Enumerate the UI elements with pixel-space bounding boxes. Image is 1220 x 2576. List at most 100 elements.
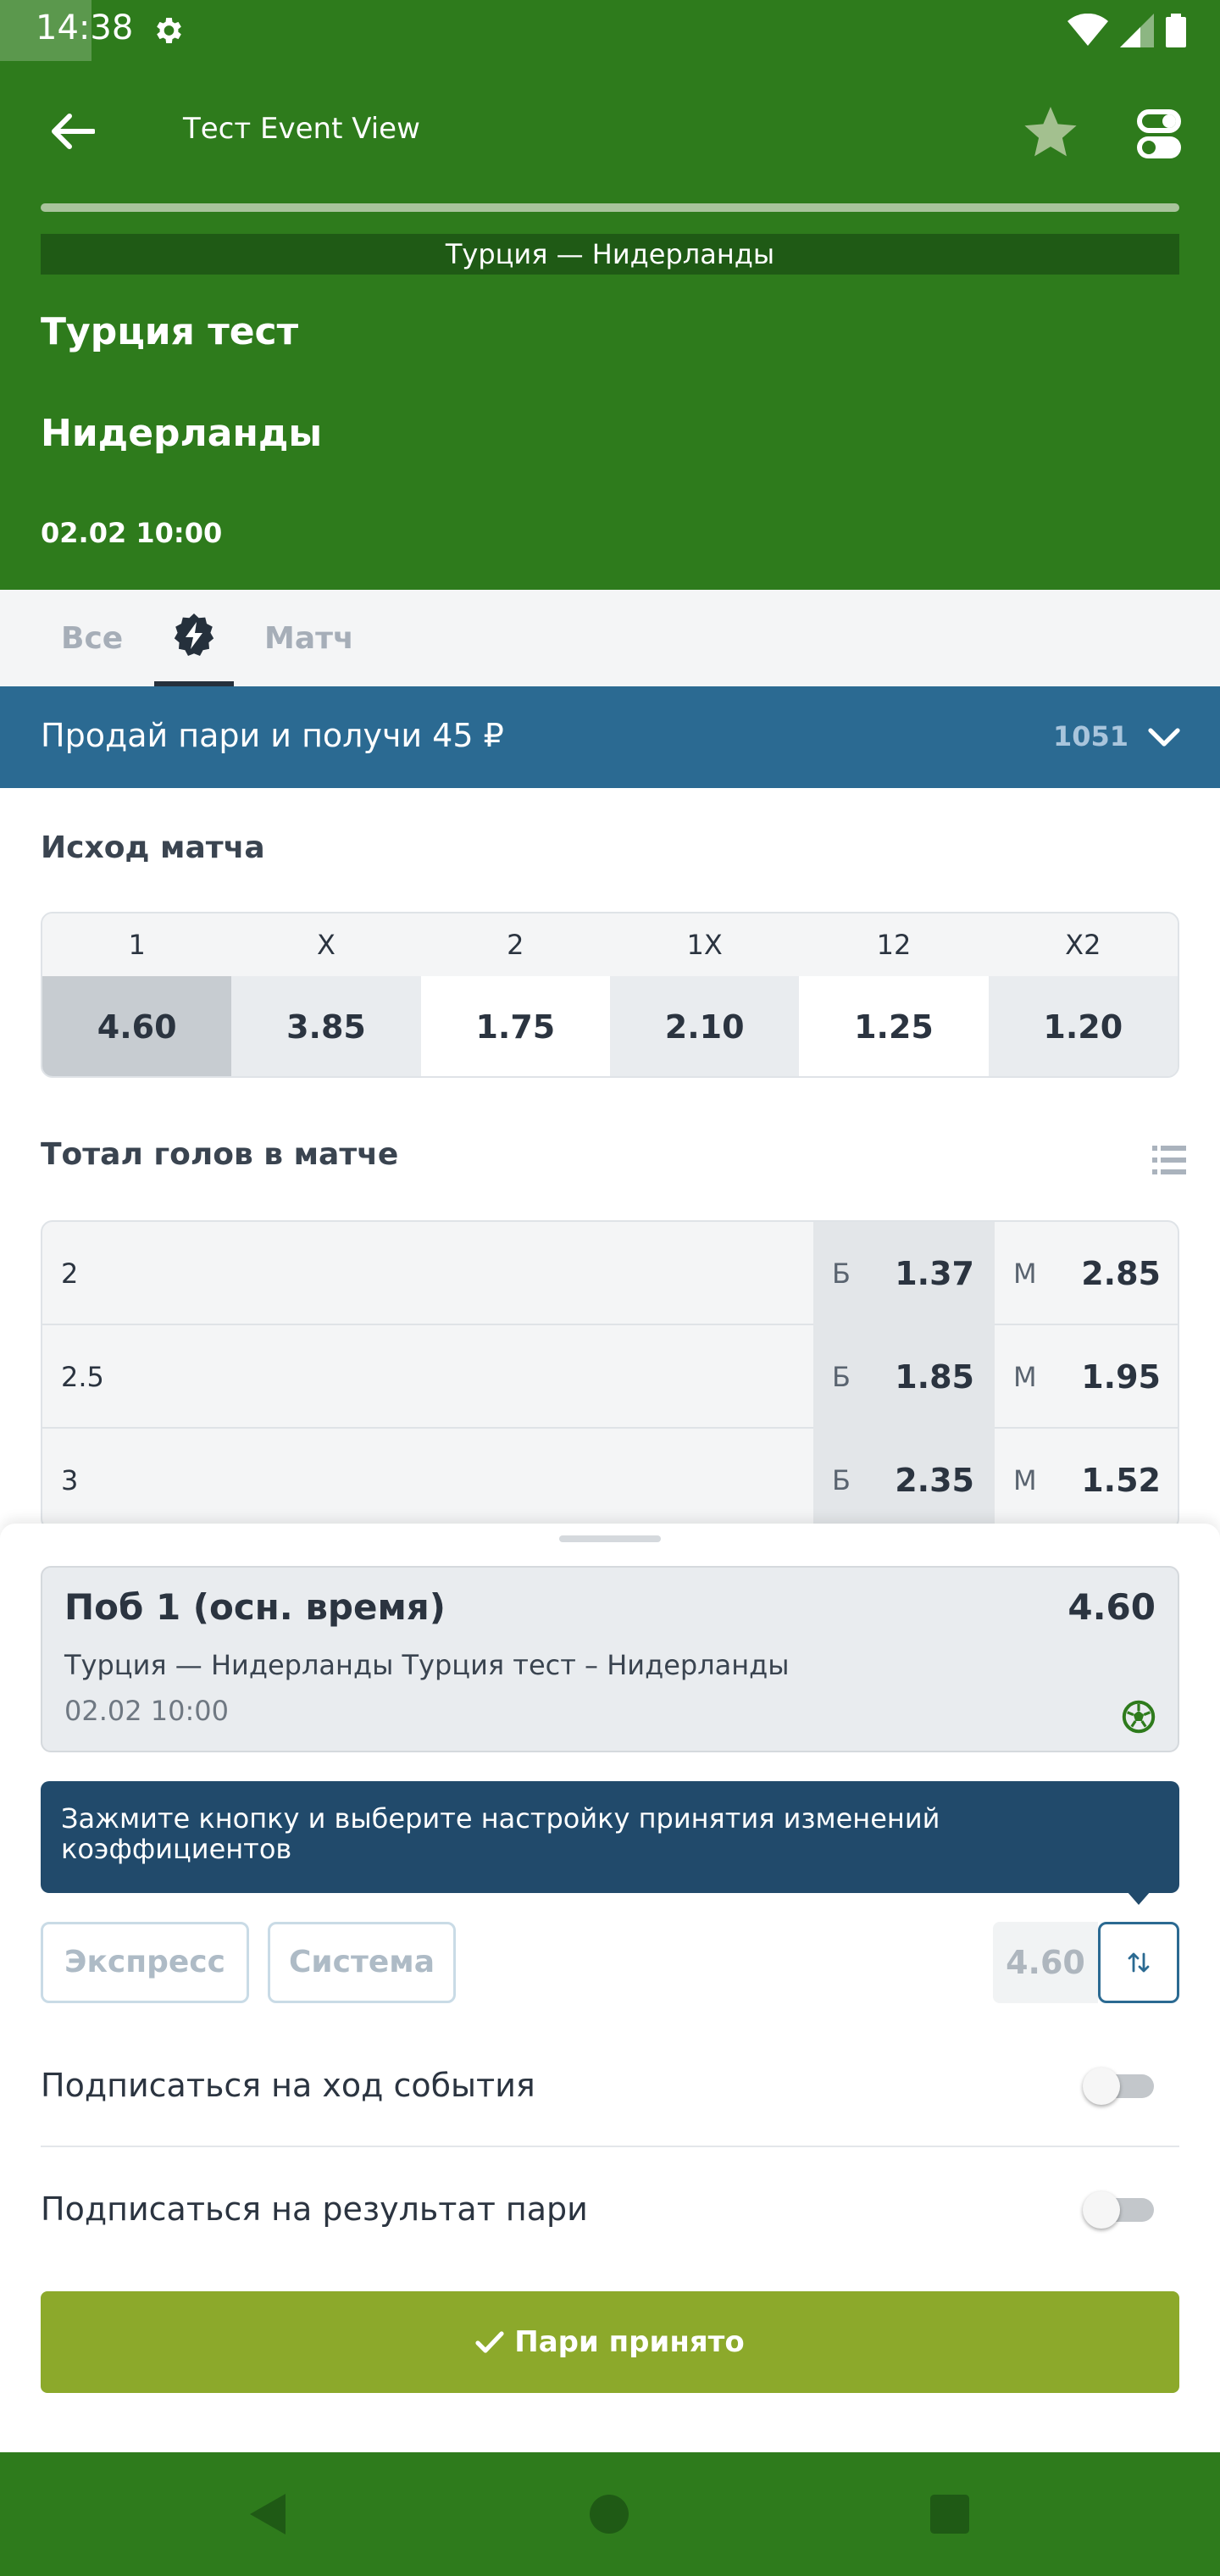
bet-event: Турция — Нидерланды Турция тест – Нидерл… [64,1649,790,1681]
odd-button-x[interactable]: 3.85 [231,976,421,1076]
status-time: 14:38 [36,8,134,47]
total-line: 3 [61,1464,79,1496]
odds-change-settings-button[interactable] [1098,1922,1179,2003]
chevron-down-icon [1148,728,1180,747]
under-odd: 2.85 [1081,1255,1161,1292]
totals-title: Тотал голов в матче [41,1137,399,1172]
team-away: Нидерланды [41,412,323,455]
odd-button-x2[interactable]: 1.20 [988,976,1178,1076]
tab-live[interactable] [154,590,234,686]
bet-date: 02.02 10:00 [64,1695,229,1727]
over-label: Б [832,1361,851,1393]
odd-button-1x[interactable]: 2.10 [609,976,800,1076]
table-row: 2 Б 1.37 М 2.85 [42,1222,1178,1325]
over-label: Б [832,1257,851,1290]
odd-button-12[interactable]: 1.25 [799,976,989,1076]
event-banner: Турция — Нидерланды [41,234,1179,275]
list-view-icon[interactable] [1152,1146,1186,1174]
tooltip-arrow [1127,1891,1151,1905]
total-line: 2 [61,1257,79,1290]
table-row: 2.5 Б 1.85 М 1.95 [42,1325,1178,1429]
total-line: 2.5 [61,1361,104,1393]
odd-button-1[interactable]: 4.60 [42,976,232,1076]
battery-icon [1166,14,1186,47]
star-icon [1024,107,1077,157]
outcome-label: X [317,929,336,961]
lightning-icon [174,613,214,656]
express-button[interactable]: Экспресс [41,1922,249,2003]
totals-market: 2 Б 1.37 М 2.85 2.5 Б 1.85 М 1.95 3 Б 2.… [41,1220,1179,1530]
outcome-label: 2 [507,929,524,961]
over-label: Б [832,1464,851,1496]
outcome-label: 12 [876,929,912,961]
over-odd-button[interactable]: Б 1.85 [813,1325,995,1429]
promo-bar[interactable]: Продай пари и получи 45 ₽ 1051 [0,686,1220,788]
total-odd: 4.60 [993,1922,1098,2003]
under-odd-button[interactable]: М 2.85 [995,1222,1178,1325]
under-label: М [1013,1257,1037,1290]
subscribe-event-toggle[interactable] [1083,2068,1154,2105]
match-result-market: 1 X 2 1X 12 X2 4.60 3.85 1.75 2.10 1.25 … [41,912,1179,1078]
bet-card[interactable]: Поб 1 (осн. время) 4.60 Турция — Нидерла… [41,1566,1179,1752]
outcome-label: 1X [686,929,723,961]
subscribe-event-row: Подписаться на ход события [41,2024,1179,2147]
promo-text: Продай пари и получи 45 ₽ [41,717,504,754]
subscribe-result-toggle[interactable] [1083,2191,1154,2229]
betslip-sheet: Поб 1 (осн. время) 4.60 Турция — Нидерла… [0,1524,1220,2452]
checkmark-icon [475,2331,504,2353]
under-odd: 1.52 [1081,1462,1161,1499]
outcome-label: 1 [128,929,146,961]
under-odd: 1.95 [1081,1358,1161,1396]
under-label: М [1013,1464,1037,1496]
back-button[interactable] [34,102,110,161]
tab-match[interactable]: Матч [264,590,354,686]
system-nav-bar [0,2452,1220,2576]
market-tabs: Все Матч [0,590,1220,686]
odd-button-2[interactable]: 1.75 [420,976,610,1076]
markets-count: 1051 [1052,720,1128,752]
bet-title: Поб 1 (осн. время) [64,1586,446,1628]
football-icon [1122,1700,1156,1734]
under-odd-button[interactable]: М 1.52 [995,1429,1178,1529]
event-datetime: 02.02 10:00 [41,517,223,549]
nav-recents-button[interactable] [922,2486,978,2542]
tab-all[interactable]: Все [61,590,123,686]
under-odd-button[interactable]: М 1.95 [995,1325,1178,1429]
outcome-labels: 1 X 2 1X 12 X2 [42,913,1178,976]
toggle-settings-icon [1137,109,1181,158]
signal-icon [1120,14,1154,47]
system-button[interactable]: Система [268,1922,456,2003]
bet-accepted-label: Пари принято [514,2325,745,2359]
toggle-knob [1083,2068,1120,2105]
subscribe-result-row: Подписаться на результат пари [41,2147,1179,2271]
bet-accepted-button[interactable]: Пари принято [41,2291,1179,2393]
match-result-title: Исход матча [41,830,265,865]
over-odd-button[interactable]: Б 2.35 [813,1429,995,1529]
over-odd: 2.35 [895,1462,974,1499]
over-odd: 1.37 [895,1255,974,1292]
odds-change-tooltip: Зажмите кнопку и выберите настройку прин… [41,1781,1179,1893]
page-title: Тест Event View [183,112,420,146]
swap-arrows-icon [1128,1952,1150,1973]
status-icons [1068,14,1186,47]
table-row: 3 Б 2.35 М 1.52 [42,1429,1178,1529]
app-bar: Тест Event View [0,68,1220,195]
favorite-button[interactable] [1017,102,1084,166]
square-recents-icon [930,2495,969,2534]
arrow-left-icon [52,114,95,149]
circle-home-icon [590,2495,629,2534]
over-odd: 1.85 [895,1358,974,1396]
progress-line [41,203,1179,212]
layout-settings-button[interactable] [1127,102,1191,166]
nav-home-button[interactable] [581,2486,637,2542]
toggle-knob [1083,2191,1120,2229]
sheet-drag-handle[interactable] [559,1535,661,1542]
team-home: Турция тест [41,310,299,353]
subscribe-result-label: Подписаться на результат пари [41,2190,588,2228]
triangle-back-icon [250,2494,286,2534]
outcome-odds: 4.60 3.85 1.75 2.10 1.25 1.20 [42,976,1178,1076]
nav-back-button[interactable] [241,2486,297,2542]
subscribe-event-label: Подписаться на ход события [41,2067,535,2104]
under-label: М [1013,1361,1037,1393]
over-odd-button[interactable]: Б 1.37 [813,1222,995,1325]
